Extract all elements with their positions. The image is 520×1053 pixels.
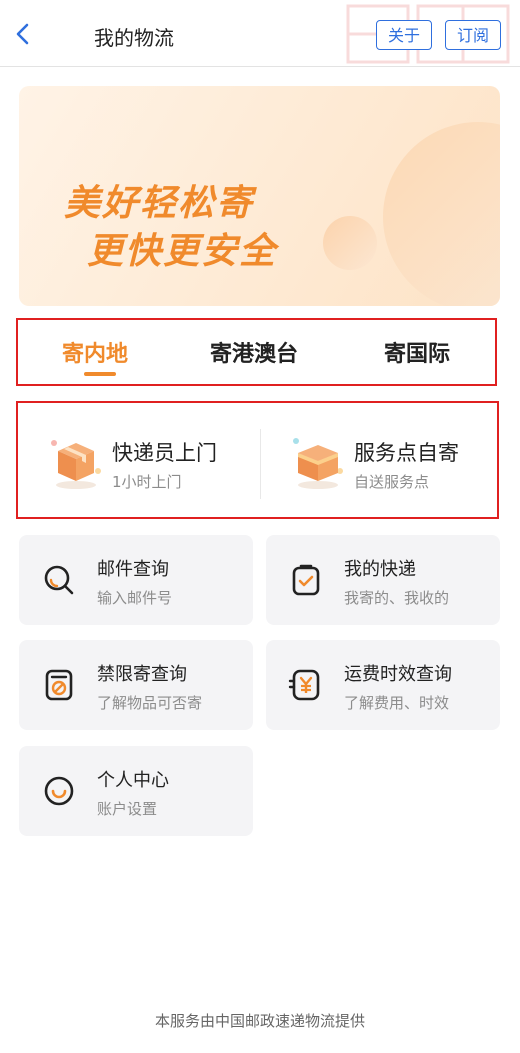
about-button[interactable]: 关于 [376,20,432,50]
my-express-subtitle: 我寄的、我收的 [344,589,450,607]
freight-time-subtitle: 了解费用、时效 [344,694,450,712]
service-point-box-icon [293,438,343,489]
my-express-title: 我的快递 [344,559,416,580]
back-arrow-icon[interactable] [12,22,34,46]
yen-icon [288,669,320,701]
banner-decor-circle [383,122,500,306]
subscribe-button[interactable]: 订阅 [445,20,501,50]
mail-query-subtitle: 输入邮件号 [97,589,173,607]
top-navbar: 我的物流 关于 订阅 [0,0,520,67]
clipboard-check-icon [292,564,320,596]
service-point-subtitle: 自送服务点 [354,473,430,491]
destination-tabs: 寄内地 寄港澳台 寄国际 [16,318,497,386]
personal-center-title: 个人中心 [97,770,169,791]
banner-headline-1: 美好轻松寄 [64,183,255,224]
page-title: 我的物流 [94,26,174,50]
personal-center-card[interactable]: 个人中心 账户设置 [19,746,253,836]
prohibited-icon [45,669,73,701]
send-options: 快递员上门 1小时上门 服务点自寄 自送服务点 [16,401,499,519]
tab-hk-macao-taiwan[interactable]: 寄港澳台 [210,336,298,368]
prohibited-items-title: 禁限寄查询 [97,664,187,685]
prohibited-items-card[interactable]: 禁限寄查询 了解物品可否寄 [19,640,253,730]
courier-pickup-option[interactable]: 快递员上门 1小时上门 [18,403,258,517]
freight-time-card[interactable]: 运费时效查询 了解费用、时效 [266,640,500,730]
service-point-title: 服务点自寄 [354,441,459,465]
banner-decor-circle-small [323,216,377,270]
tab-mainland[interactable]: 寄内地 [62,336,128,368]
courier-box-icon [51,440,101,489]
courier-pickup-title: 快递员上门 [112,441,217,465]
mail-query-title: 邮件查询 [97,559,169,580]
tab-international[interactable]: 寄国际 [384,336,450,368]
my-express-card[interactable]: 我的快递 我寄的、我收的 [266,535,500,625]
personal-center-subtitle: 账户设置 [97,800,158,818]
footer-note: 本服务由中国邮政速递物流提供 [154,1012,365,1030]
banner-headline-2: 更快更安全 [87,231,278,272]
courier-pickup-subtitle: 1小时上门 [112,473,182,491]
active-tab-indicator [84,372,116,376]
mail-query-card[interactable]: 邮件查询 输入邮件号 [19,535,253,625]
smile-icon [44,776,74,806]
prohibited-items-subtitle: 了解物品可否寄 [97,694,203,712]
freight-time-title: 运费时效查询 [344,664,452,685]
search-icon [44,565,74,595]
promo-banner[interactable]: 美好轻松寄 更快更安全 [19,86,500,306]
service-point-option[interactable]: 服务点自寄 自送服务点 [260,403,500,517]
